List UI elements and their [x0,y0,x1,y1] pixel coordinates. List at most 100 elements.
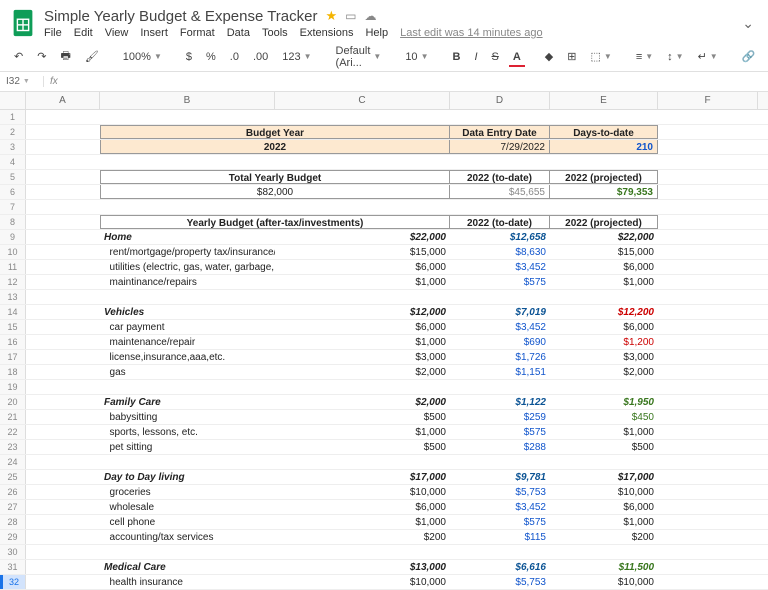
cell[interactable] [658,200,758,214]
cell[interactable] [26,260,100,274]
col-header-b[interactable]: B [100,92,275,109]
row-header[interactable]: 9 [0,230,26,244]
row-header[interactable]: 18 [0,365,26,379]
cell[interactable]: $5,753 [450,485,550,499]
cell[interactable] [26,245,100,259]
cell[interactable]: maintinance/repairs [100,275,275,289]
row-header[interactable]: 2 [0,125,26,139]
cell[interactable] [658,170,758,184]
strike-icon[interactable]: S [488,49,503,65]
cell[interactable] [658,305,758,319]
cell[interactable]: $500 [275,440,450,454]
star-icon[interactable]: ★ [326,8,338,24]
cell[interactable] [550,200,658,214]
cell[interactable] [26,575,100,589]
cell[interactable]: $15,000 [550,245,658,259]
move-icon[interactable]: ▭ [345,9,356,23]
cell[interactable]: $17,000 [275,470,450,484]
cell[interactable] [26,170,100,184]
cell[interactable]: $45,655 [450,185,550,199]
cell[interactable]: Medical Care [100,560,275,574]
cell[interactable] [100,290,275,304]
fontsize-select[interactable]: 10▼ [401,49,432,65]
cell[interactable]: $9,781 [450,470,550,484]
cell[interactable]: 2022 (projected) [550,170,658,184]
cell[interactable] [26,485,100,499]
cell[interactable]: car payment [100,320,275,334]
cell[interactable] [658,350,758,364]
cell[interactable]: $2,000 [550,365,658,379]
cell[interactable] [450,155,550,169]
cell[interactable] [26,320,100,334]
cell[interactable]: $10,000 [550,575,658,589]
cell[interactable] [26,125,100,139]
cell[interactable]: $575 [450,425,550,439]
cell[interactable] [275,545,450,559]
row-header[interactable]: 10 [0,245,26,259]
cell[interactable]: babysitting [100,410,275,424]
cell[interactable] [658,230,758,244]
cell[interactable] [658,365,758,379]
row-header[interactable]: 14 [0,305,26,319]
cell[interactable]: pet sitting [100,440,275,454]
last-edit-link[interactable]: Last edit was 14 minutes ago [400,27,542,39]
cell[interactable] [658,155,758,169]
cell[interactable] [26,350,100,364]
link-icon[interactable]: 🔗 [738,48,760,65]
wrap-icon[interactable]: ↵▼ [694,48,722,65]
row-header[interactable]: 13 [0,290,26,304]
row-header[interactable]: 24 [0,455,26,469]
menu-edit[interactable]: Edit [74,27,93,39]
cell[interactable] [658,245,758,259]
cell[interactable] [26,335,100,349]
col-header-e[interactable]: E [550,92,658,109]
row-header[interactable]: 17 [0,350,26,364]
cell[interactable]: $200 [275,530,450,544]
cell[interactable]: $2,000 [275,365,450,379]
row-header[interactable]: 19 [0,380,26,394]
collapse-icon[interactable]: ⌄ [738,15,758,32]
cell[interactable] [26,395,100,409]
row-header[interactable]: 22 [0,425,26,439]
cell[interactable]: $1,726 [450,350,550,364]
print-icon[interactable]: 🖶 [56,45,74,68]
cell[interactable]: $3,452 [450,500,550,514]
cell[interactable]: $3,000 [275,350,450,364]
row-header[interactable]: 28 [0,515,26,529]
cell[interactable]: $1,000 [275,335,450,349]
decrease-decimal-icon[interactable]: .0 [226,49,243,65]
cell[interactable]: utilities (electric, gas, water, garbage… [100,260,275,274]
doc-title[interactable]: Simple Yearly Budget & Expense Tracker [44,8,318,25]
col-header-d[interactable]: D [450,92,550,109]
cell[interactable] [275,290,450,304]
cell[interactable] [450,200,550,214]
cell[interactable] [658,335,758,349]
cell[interactable]: $6,000 [275,500,450,514]
cell[interactable]: $82,000 [100,185,450,199]
row-header[interactable]: 21 [0,410,26,424]
row-header[interactable]: 20 [0,395,26,409]
cell[interactable] [26,380,100,394]
cell[interactable]: maintenance/repair [100,335,275,349]
row-header[interactable]: 11 [0,260,26,274]
cell[interactable]: groceries [100,485,275,499]
cell[interactable] [100,545,275,559]
cell[interactable]: $22,000 [275,230,450,244]
cell[interactable] [26,140,100,154]
row-header[interactable]: 26 [0,485,26,499]
row-header[interactable]: 29 [0,530,26,544]
cell[interactable] [26,455,100,469]
cell[interactable] [550,110,658,124]
cell[interactable] [26,110,100,124]
cell[interactable]: Vehicles [100,305,275,319]
cell[interactable] [26,365,100,379]
cell[interactable]: $11,500 [550,560,658,574]
cell[interactable] [658,125,758,139]
cell[interactable]: health insurance [100,575,275,589]
cell[interactable]: $3,000 [550,350,658,364]
cell[interactable] [450,290,550,304]
cell[interactable] [658,320,758,334]
cell[interactable]: $6,000 [275,320,450,334]
cell[interactable]: $1,000 [275,425,450,439]
cell[interactable]: $12,658 [450,230,550,244]
